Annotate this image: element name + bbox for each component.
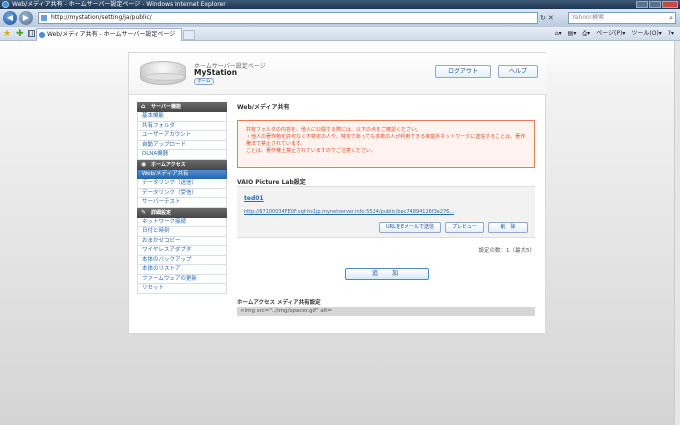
sidebar-item-datalink-receive[interactable]: データリンク（受信） <box>137 188 227 198</box>
notice-line: ・他人の著作物を許可なく不特定の人や、特定であっても多数の人が利用できる家庭外ネ… <box>246 134 526 147</box>
sidebar-item-shared-folder[interactable]: 共有フォルダ <box>137 121 227 131</box>
add-button[interactable]: 追 加 <box>345 268 429 280</box>
page-title: Web/メディア共有 <box>237 104 290 111</box>
sidebar-item-reset[interactable]: リセット <box>137 284 227 294</box>
arrow-right-icon: ▶ <box>22 13 30 22</box>
sidebar-item-basic[interactable]: 基本機能 <box>137 112 227 122</box>
sidebar-item-user-account[interactable]: ユーザーアカウント <box>137 131 227 141</box>
sidebar-item-auto-copy[interactable]: おまかせコピー <box>137 236 227 246</box>
print-icon[interactable]: ⎙▾ <box>582 29 590 39</box>
page-menu[interactable]: ページ(P)▾ <box>596 29 625 39</box>
command-bar: ⌂▾ ▤▾ ⎙▾ ページ(P)▾ ツール(O)▾ ?▾ <box>555 29 674 39</box>
section-home-access: ◉ ホームアクセス <box>137 159 227 170</box>
sidebar-item-restore[interactable]: 本体のリストア <box>137 265 227 275</box>
back-button[interactable]: ◀ <box>3 11 17 25</box>
notice-box: 共有フォルダの内容を、他人に公開する際には、以下の点をご確認ください。 ・他人の… <box>237 120 535 168</box>
new-tab-button[interactable] <box>183 30 195 40</box>
vaio-setting-name[interactable]: ted01 <box>244 195 264 202</box>
sidebar-item-firmware[interactable]: ファームウェアの更新 <box>137 274 227 284</box>
section-title: 詳細設定 <box>151 209 172 216</box>
url-text: http://mystation/setting/ja/public/ <box>51 14 152 21</box>
help-button[interactable]: ヘルプ <box>498 65 538 78</box>
home-icon: ⌂ <box>141 103 146 110</box>
refresh-icon[interactable]: ↻ <box>540 12 546 24</box>
window-title: Web/メディア共有 - ホームサーバー設定ページ - Windows Inte… <box>12 1 226 8</box>
sidebar-item-datalink-send[interactable]: データリンク（送信） <box>137 179 227 189</box>
stop-icon[interactable]: ✕ <box>548 12 554 24</box>
home-icon[interactable]: ⌂▾ <box>555 29 562 39</box>
vaio-setting-url[interactable]: http://67100034FE0F.vqf-hs1jp.mynetserve… <box>244 209 514 215</box>
page-icon <box>41 15 47 21</box>
tab-page-icon <box>39 32 45 38</box>
logout-button[interactable]: ログアウト <box>435 65 491 78</box>
sidebar-item-web-media-share[interactable]: Web/メディア共有 <box>137 169 227 179</box>
preview-button[interactable]: プレビュー <box>445 222 484 233</box>
maximize-button[interactable] <box>649 1 661 8</box>
address-bar: ◀ ▶ http://mystation/setting/ja/public/ … <box>0 9 680 27</box>
arrow-left-icon: ◀ <box>6 13 14 22</box>
ie-logo-icon <box>2 1 9 8</box>
tab-bar: ★ ✚ Web/メディア共有 - ホームサーバー設定ページ ⌂▾ ▤▾ ⎙▾ ペ… <box>0 27 680 41</box>
tab-label: Web/メディア共有 - ホームサーバー設定ページ <box>47 31 176 38</box>
section-server-functions: ⌂ サーバー機能 <box>137 102 227 112</box>
sidebar-item-date-time[interactable]: 日付と時刻 <box>137 227 227 237</box>
mystation-device-icon <box>140 61 186 85</box>
station-name: MyStation <box>194 68 238 77</box>
page-header: ホームサーバー設定ページ MyStation ホーム ログアウト ヘルプ <box>129 53 547 95</box>
sidebar-item-network[interactable]: ネットワーク接続 <box>137 217 227 227</box>
section-title: ホームアクセス <box>151 161 186 168</box>
section-title: サーバー機能 <box>151 104 181 110</box>
help-icon[interactable]: ?▾ <box>668 29 674 39</box>
setting-count: 設定の数：1（最大5） <box>478 248 536 254</box>
sidebar-item-backup[interactable]: 本体のバックアップ <box>137 255 227 265</box>
search-placeholder: Yahoo!検索 <box>572 14 605 21</box>
search-icon[interactable]: ⌕ <box>669 13 673 23</box>
vaio-section-title: VAIO Picture Lab設定 <box>237 179 306 186</box>
spacer-code-text: <img src="../img/spacer.gif" alt= <box>237 307 535 316</box>
tools-menu-label: ツール(O) <box>631 30 659 37</box>
sidebar-item-server-test[interactable]: サーバーテスト <box>137 198 227 208</box>
forward-button[interactable]: ▶ <box>19 11 33 25</box>
send-url-email-button[interactable]: URLをEメールで送信 <box>379 222 441 233</box>
feeds-icon[interactable]: ▤▾ <box>568 29 577 39</box>
sidebar: ⌂ サーバー機能 基本機能 共有フォルダ ユーザーアカウント 自動アップロード … <box>137 102 227 294</box>
tab-web-media-share[interactable]: Web/メディア共有 - ホームサーバー設定ページ <box>36 28 182 41</box>
vaio-setting-row: ted01 http://67100034FE0F.vqf-hs1jp.myne… <box>237 186 535 238</box>
home-access-media-title: ホームアクセス メディア共有設定 <box>237 300 321 306</box>
globe-icon: ◉ <box>141 160 147 168</box>
page-menu-label: ページ(P) <box>596 30 623 37</box>
window-titlebar: Web/メディア共有 - ホームサーバー設定ページ - Windows Inte… <box>0 0 680 9</box>
section-advanced: ✎ 詳細設定 <box>137 207 227 218</box>
minimize-button[interactable] <box>636 1 648 8</box>
sidebar-item-dlna[interactable]: DLNA機器 <box>137 150 227 160</box>
sidebar-item-wireless[interactable]: ワイヤレスアダプタ <box>137 246 227 256</box>
url-actions: ↻ ✕ <box>540 12 566 24</box>
favorites-star-icon[interactable]: ★ <box>3 29 11 39</box>
wrench-icon: ✎ <box>141 208 147 216</box>
home-link[interactable]: ホーム <box>194 78 214 85</box>
notice-line: ことは、著作権上禁止されていますのでご注意ください。 <box>246 148 376 154</box>
add-favorite-icon[interactable]: ✚ <box>16 29 24 39</box>
url-input[interactable]: http://mystation/setting/ja/public/ <box>38 12 538 24</box>
close-button[interactable] <box>662 1 678 8</box>
delete-button[interactable]: 削 除 <box>488 222 528 233</box>
sidebar-item-auto-upload[interactable]: 自動アップロード <box>137 140 227 150</box>
window-controls <box>636 1 678 8</box>
settings-card: ホームサーバー設定ページ MyStation ホーム ログアウト ヘルプ ⌂ サ… <box>128 52 547 334</box>
quick-tabs-icon[interactable] <box>28 30 35 37</box>
search-input[interactable]: Yahoo!検索 ⌕ <box>568 12 676 24</box>
vertical-scrollbar[interactable] <box>674 41 680 425</box>
tools-menu[interactable]: ツール(O)▾ <box>631 29 661 39</box>
notice-line: 共有フォルダの内容を、他人に公開する際には、以下の点をご確認ください。 <box>246 127 422 133</box>
